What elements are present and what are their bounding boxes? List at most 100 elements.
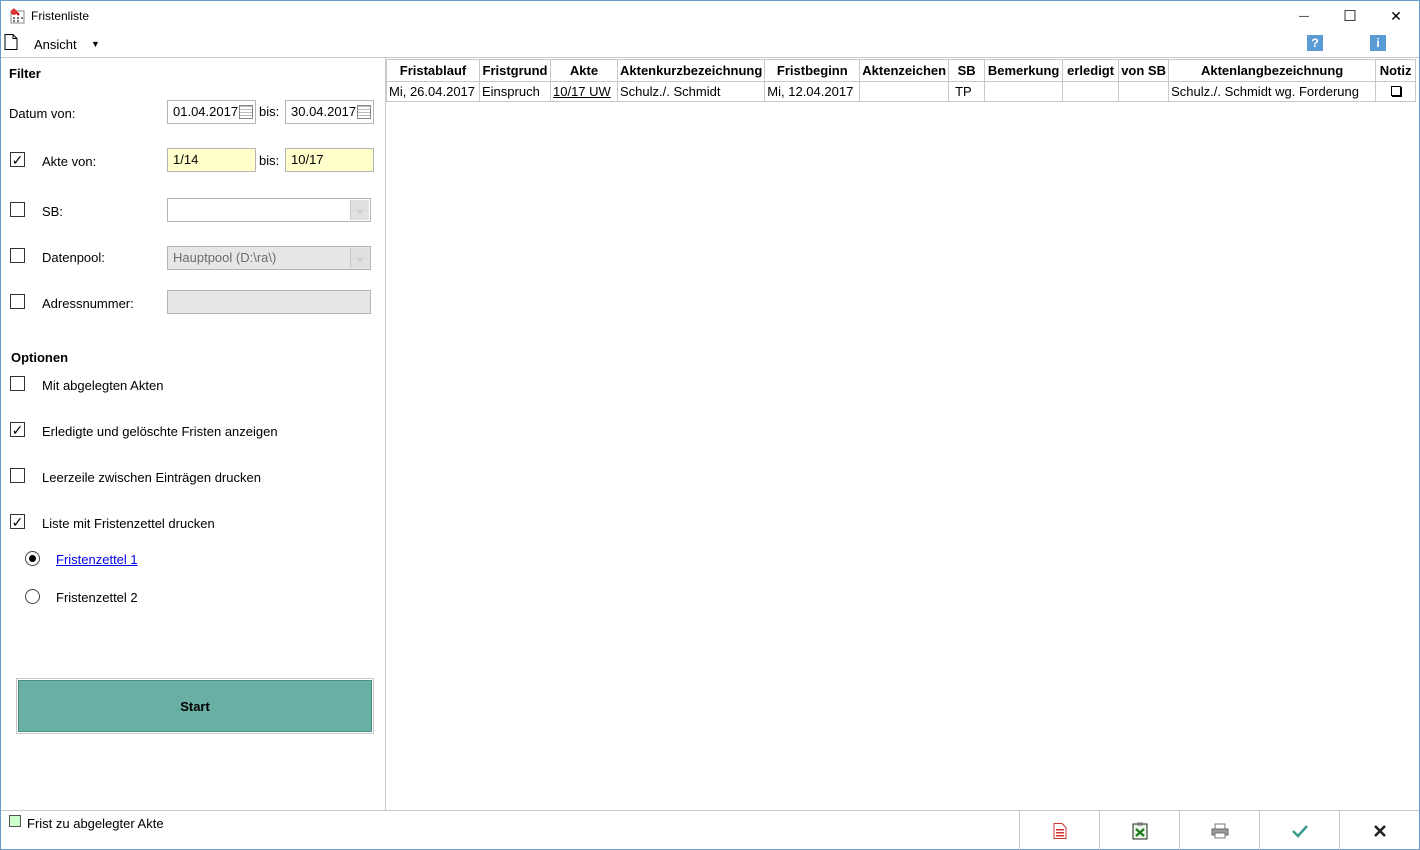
table-row[interactable]: Mi, 26.04.2017 Einspruch 10/17 UW Schulz… xyxy=(386,81,1417,102)
akte-bis-label: bis: xyxy=(259,153,280,168)
option-checkbox-fristenzettel[interactable]: ✓ xyxy=(10,514,25,529)
calendar-icon[interactable] xyxy=(357,105,371,119)
print-button[interactable] xyxy=(1179,811,1260,850)
datum-label: Datum von: xyxy=(9,106,76,121)
new-document-icon[interactable] xyxy=(4,34,18,50)
option-checkbox-erledigte[interactable]: ✓ xyxy=(10,422,25,437)
column-header-sb[interactable]: SB xyxy=(948,59,986,82)
column-header-fristbeginn[interactable]: Fristbeginn xyxy=(764,59,861,82)
datenpool-value: Hauptpool (D:\ra\) xyxy=(173,250,277,265)
radio-fristenzettel-2[interactable] xyxy=(25,589,40,604)
radio-label-fristenzettel-1[interactable]: Fristenzettel 1 xyxy=(48,552,138,567)
column-header-akte[interactable]: Akte xyxy=(550,59,618,82)
akte-von-value: 1/14 xyxy=(173,152,199,167)
datenpool-checkbox[interactable] xyxy=(10,248,25,263)
option-label-leerzeile: Leerzeile zwischen Einträgen drucken xyxy=(42,470,261,485)
legend-text: Frist zu abgelegter Akte xyxy=(27,816,164,831)
cancel-x-icon xyxy=(1374,824,1386,837)
option-label-erledigte: Erledigte und gelöschte Fristen anzeigen xyxy=(42,424,278,439)
column-header-notiz[interactable]: Notiz xyxy=(1375,59,1417,82)
cell-sb[interactable]: TP xyxy=(948,81,986,102)
print-icon xyxy=(1211,823,1229,838)
maximize-button[interactable]: ☐ xyxy=(1327,1,1373,31)
pdf-export-button[interactable] xyxy=(1019,811,1100,850)
optionen-heading: Optionen xyxy=(11,350,69,365)
column-header-fristgrund[interactable]: Fristgrund xyxy=(479,59,551,82)
datum-bis-value: 30.04.2017 xyxy=(291,104,357,119)
cell-aktenzeichen[interactable] xyxy=(859,81,950,102)
radio-fristenzettel-1[interactable] xyxy=(25,551,40,566)
legend-color-swatch xyxy=(9,815,21,827)
checkmark-icon: ✓ xyxy=(11,421,24,438)
ok-button[interactable] xyxy=(1259,811,1340,850)
sb-label: SB: xyxy=(42,204,63,219)
table-header-row: Fristablauf Fristgrund Akte Aktenkurzbez… xyxy=(386,59,1417,82)
minimize-button[interactable]: — xyxy=(1281,1,1327,31)
note-icon[interactable] xyxy=(1390,86,1401,96)
cell-notiz[interactable] xyxy=(1375,81,1417,102)
cell-erledigt[interactable] xyxy=(1062,81,1120,102)
datum-bis-field[interactable]: 30.04.2017 xyxy=(285,100,374,124)
results-table: Fristablauf Fristgrund Akte Aktenkurzbez… xyxy=(386,59,1417,102)
cell-aktenkurzbezeichnung[interactable]: Schulz./. Schmidt xyxy=(616,81,766,102)
status-bar: Frist zu abgelegter Akte xyxy=(1,810,1419,850)
excel-export-button[interactable] xyxy=(1099,811,1180,850)
close-window-button[interactable]: ✕ xyxy=(1373,1,1419,31)
cell-bemerkung[interactable] xyxy=(984,81,1064,102)
sb-dropdown[interactable]: ⌵ xyxy=(167,198,371,222)
ok-check-icon xyxy=(1292,824,1308,838)
help-icon[interactable]: ? xyxy=(1307,35,1323,51)
akte-checkbox[interactable]: ✓ xyxy=(10,152,25,167)
filter-heading: Filter xyxy=(9,66,41,81)
datum-bis-label: bis: xyxy=(259,104,280,119)
cell-aktenlangbezeichnung[interactable]: Schulz./. Schmidt wg. Forderung xyxy=(1168,81,1377,102)
datenpool-dropdown[interactable]: Hauptpool (D:\ra\) ⌵ xyxy=(167,246,371,270)
akte-von-field[interactable]: 1/14 xyxy=(167,148,256,172)
cell-fristbeginn[interactable]: Mi, 12.04.2017 xyxy=(764,81,861,102)
menu-ansicht[interactable]: Ansicht xyxy=(34,37,77,52)
option-checkbox-leerzeile[interactable] xyxy=(10,468,25,483)
app-calendar-icon xyxy=(10,8,25,24)
results-grid-area: Fristablauf Fristgrund Akte Aktenkurzbez… xyxy=(386,57,1419,810)
calendar-icon[interactable] xyxy=(239,105,253,119)
datum-von-value: 01.04.2017 xyxy=(173,104,239,119)
chevron-down-icon[interactable]: ⌵ xyxy=(350,248,369,268)
start-button-label: Start xyxy=(180,698,210,714)
akte-bis-field[interactable]: 10/17 xyxy=(285,148,374,172)
start-button[interactable]: Start xyxy=(16,678,374,734)
maximize-icon: ☐ xyxy=(1343,8,1357,25)
filter-panel: Filter Datum von: 01.04.2017 bis: 30.04.… xyxy=(1,57,386,810)
chevron-down-icon[interactable]: ⌵ xyxy=(350,200,369,220)
column-header-fristablauf[interactable]: Fristablauf xyxy=(386,59,480,82)
checkmark-icon: ✓ xyxy=(11,513,24,530)
excel-export-icon xyxy=(1132,822,1148,839)
checkmark-icon: ✓ xyxy=(11,151,24,168)
column-header-aktenlangbezeichnung[interactable]: Aktenlangbezeichnung xyxy=(1168,59,1377,82)
column-header-bemerkung[interactable]: Bemerkung xyxy=(984,59,1064,82)
column-header-erledigt[interactable]: erledigt xyxy=(1062,59,1120,82)
column-header-aktenzeichen[interactable]: Aktenzeichen xyxy=(859,59,950,82)
column-header-von-sb[interactable]: von SB xyxy=(1118,59,1170,82)
adressnummer-field[interactable] xyxy=(167,290,371,314)
title-bar: Fristenliste — ☐ ✕ xyxy=(1,1,1419,31)
cell-fristgrund[interactable]: Einspruch xyxy=(479,81,551,102)
pdf-export-icon xyxy=(1053,822,1067,839)
adressnummer-checkbox[interactable] xyxy=(10,294,25,309)
menu-bar: Ansicht ▼ ? i xyxy=(1,31,1419,57)
datum-von-field[interactable]: 01.04.2017 xyxy=(167,100,256,124)
cell-akte[interactable]: 10/17 UW xyxy=(550,81,618,102)
info-icon[interactable]: i xyxy=(1370,35,1386,51)
cell-von-sb[interactable] xyxy=(1118,81,1170,102)
minimize-icon: — xyxy=(1299,10,1309,22)
sb-checkbox[interactable] xyxy=(10,202,25,217)
radio-label-fristenzettel-2[interactable]: Fristenzettel 2 xyxy=(56,590,138,605)
option-label-abgelegt: Mit abgelegten Akten xyxy=(42,378,164,393)
akte-bis-value: 10/17 xyxy=(291,152,324,167)
chevron-down-icon[interactable]: ▼ xyxy=(91,39,100,49)
close-icon: ✕ xyxy=(1390,7,1402,24)
option-checkbox-abgelegt[interactable] xyxy=(10,376,25,391)
cancel-button[interactable] xyxy=(1339,811,1420,850)
column-header-aktenkurzbezeichnung[interactable]: Aktenkurzbezeichnung xyxy=(616,59,766,82)
akte-label: Akte von: xyxy=(42,154,97,169)
cell-fristablauf[interactable]: Mi, 26.04.2017 xyxy=(386,81,480,102)
